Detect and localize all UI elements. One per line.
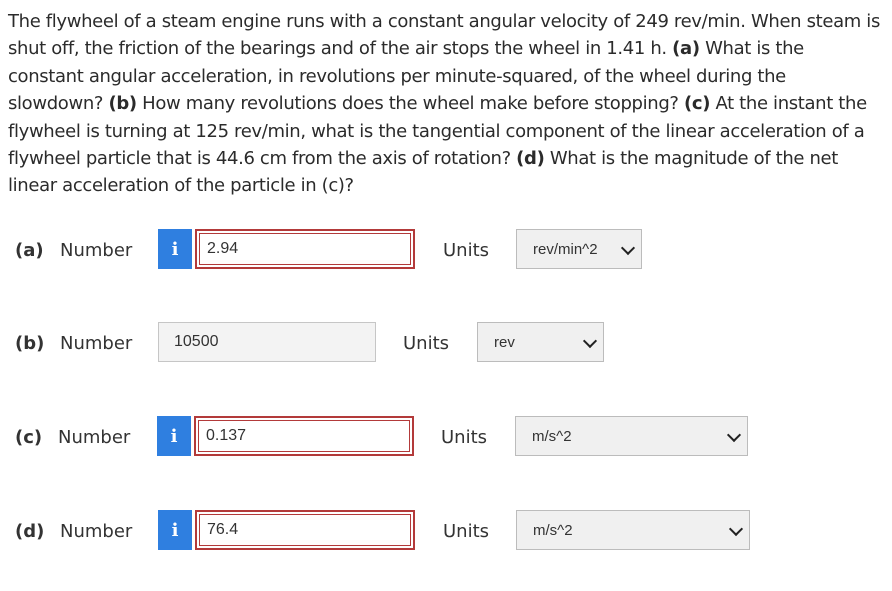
units-label: Units xyxy=(403,333,450,354)
part-a-tag: (a) xyxy=(672,38,700,60)
part-label: (c) xyxy=(15,427,43,448)
part-label: (d) xyxy=(15,521,45,542)
part-b-tag: (b) xyxy=(108,93,137,115)
units-label: Units xyxy=(441,427,488,448)
unit-select-value: m/s^2 xyxy=(532,427,572,445)
units-label: Units xyxy=(443,240,490,261)
answer-row-d: (d) Number i 76.4 Units m/s^2 xyxy=(0,510,892,554)
unit-select-value: rev/min^2 xyxy=(533,240,598,258)
answer-input[interactable]: 2.94 xyxy=(195,229,415,269)
answer-row-a: (a) Number i 2.94 Units rev/min^2 xyxy=(0,229,892,273)
unit-select-value: rev xyxy=(494,333,515,351)
part-b-question: How many revolutions does the wheel make… xyxy=(136,93,684,115)
answer-input[interactable]: 76.4 xyxy=(195,510,415,550)
chevron-down-icon xyxy=(728,521,744,537)
unit-select[interactable]: rev/min^2 xyxy=(516,229,642,269)
answer-row-b: (b) Number 10500 Units rev xyxy=(0,322,892,366)
chevron-down-icon xyxy=(582,333,598,349)
answer-input[interactable]: 0.137 xyxy=(194,416,414,456)
info-icon[interactable]: i xyxy=(158,510,192,550)
unit-select-value: m/s^2 xyxy=(533,521,573,539)
unit-select[interactable]: m/s^2 xyxy=(516,510,750,550)
part-c-tag: (c) xyxy=(684,93,711,115)
problem-statement: The flywheel of a steam engine runs with… xyxy=(8,8,880,200)
number-label: Number xyxy=(60,333,133,354)
info-icon[interactable]: i xyxy=(158,229,192,269)
number-label: Number xyxy=(60,521,133,542)
units-label: Units xyxy=(443,521,490,542)
chevron-down-icon xyxy=(726,427,742,443)
unit-select[interactable]: rev xyxy=(477,322,604,362)
answer-row-c: (c) Number i 0.137 Units m/s^2 xyxy=(0,416,892,460)
number-label: Number xyxy=(58,427,131,448)
part-d-tag: (d) xyxy=(516,148,545,170)
part-label: (b) xyxy=(15,333,45,354)
chevron-down-icon xyxy=(620,240,636,256)
answer-input[interactable]: 10500 xyxy=(158,322,376,362)
number-label: Number xyxy=(60,240,133,261)
part-label: (a) xyxy=(15,240,44,261)
info-icon[interactable]: i xyxy=(157,416,191,456)
unit-select[interactable]: m/s^2 xyxy=(515,416,748,456)
